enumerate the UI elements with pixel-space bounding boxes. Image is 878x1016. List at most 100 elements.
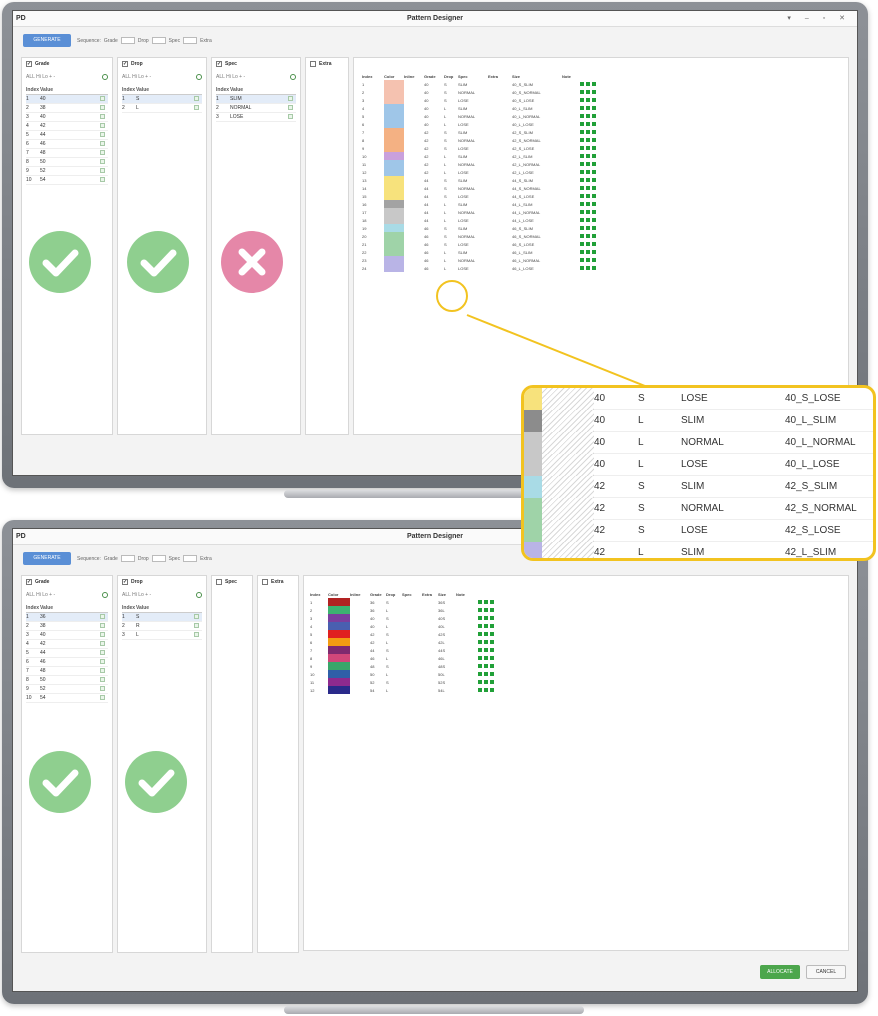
panel-checkbox[interactable]: ✓ (122, 579, 128, 585)
row-checkbox[interactable] (100, 658, 108, 666)
seq-box[interactable] (120, 37, 135, 44)
row-checkbox[interactable] (100, 149, 108, 157)
filter-options[interactable]: ALL Hi Lo + - (26, 74, 55, 80)
table-row[interactable]: 1 36 S 36S (310, 598, 496, 606)
table-row[interactable]: 7 44 S 44S (310, 646, 496, 654)
row-checkbox[interactable] (194, 622, 202, 630)
generate-button[interactable]: GENERATE (23, 552, 71, 565)
row-checkbox[interactable] (194, 95, 202, 103)
table-row[interactable]: 1 SLIM (216, 95, 296, 104)
table-row[interactable]: 5 44 (26, 649, 108, 658)
table-row[interactable]: 4 42 (26, 122, 108, 131)
window-controls[interactable]: ▾ – ▫ ✕ (787, 11, 851, 27)
table-row[interactable]: 20 46 S NORMAL 46_S_NORMAL (362, 232, 598, 240)
table-row[interactable]: 10 50 L 50L (310, 670, 496, 678)
panel-checkbox[interactable] (262, 579, 268, 585)
row-checkbox[interactable] (100, 649, 108, 657)
row-checkbox[interactable] (100, 113, 108, 121)
table-row[interactable]: 8 50 (26, 158, 108, 167)
table-row[interactable]: 4 40 L 40L (310, 622, 496, 630)
table-row[interactable]: 1 40 S SLIM 40_S_SLIM (362, 80, 598, 88)
table-row[interactable]: 16 44 L SLIM 44_L_SLIM (362, 200, 598, 208)
table-row[interactable]: 13 44 S SLIM 44_S_SLIM (362, 176, 598, 184)
table-row[interactable]: 9 52 (26, 685, 108, 694)
panel-checkbox[interactable] (216, 579, 222, 585)
row-checkbox[interactable] (100, 631, 108, 639)
panel-checkbox[interactable]: ✓ (26, 61, 32, 67)
table-row[interactable]: 2 38 (26, 104, 108, 113)
row-checkbox[interactable] (100, 676, 108, 684)
seq-box[interactable] (151, 37, 166, 44)
table-row[interactable]: 2 38 (26, 622, 108, 631)
panel-checkbox[interactable]: ✓ (26, 579, 32, 585)
table-row[interactable]: 9 42 S LOSE 42_S_LOSE (362, 144, 598, 152)
search-icon[interactable] (196, 74, 202, 80)
filter-options[interactable]: ALL Hi Lo + - (122, 592, 151, 598)
allocate-button[interactable]: ALLOCATE (760, 965, 800, 979)
table-row[interactable]: 15 44 S LOSE 44_S_LOSE (362, 192, 598, 200)
table-row[interactable]: 14 44 S NORMAL 44_S_NORMAL (362, 184, 598, 192)
table-row[interactable]: 1S (122, 613, 202, 622)
seq-box[interactable] (151, 555, 166, 562)
table-row[interactable]: 3 40 S LOSE 40_S_LOSE (362, 96, 598, 104)
panel-checkbox[interactable]: ✓ (122, 61, 128, 67)
row-checkbox[interactable] (100, 167, 108, 175)
row-checkbox[interactable] (194, 631, 202, 639)
search-icon[interactable] (196, 592, 202, 598)
filter-options[interactable]: ALL Hi Lo + - (122, 74, 151, 80)
search-icon[interactable] (102, 74, 108, 80)
table-row[interactable]: 7 42 S SLIM 42_S_SLIM (362, 128, 598, 136)
table-row[interactable]: 2L (122, 104, 202, 113)
cancel-button[interactable]: CANCEL (806, 965, 846, 979)
row-checkbox[interactable] (100, 176, 108, 184)
table-row[interactable]: 12 42 L LOSE 42_L_LOSE (362, 168, 598, 176)
table-row[interactable]: 2 NORMAL (216, 104, 296, 113)
table-row[interactable]: 7 48 (26, 667, 108, 676)
row-checkbox[interactable] (100, 667, 108, 675)
table-row[interactable]: 11 52 S 52S (310, 678, 496, 686)
panel-checkbox[interactable]: ✓ (216, 61, 222, 67)
table-row[interactable]: 2 36 L 36L (310, 606, 496, 614)
table-row[interactable]: 10 54 (26, 176, 108, 185)
row-checkbox[interactable] (288, 95, 296, 103)
table-row[interactable]: 4 42 (26, 640, 108, 649)
row-checkbox[interactable] (100, 104, 108, 112)
generate-button[interactable]: GENERATE (23, 34, 71, 47)
table-row[interactable]: 17 44 L NORMAL 44_L_NORMAL (362, 208, 598, 216)
table-row[interactable]: 1S (122, 95, 202, 104)
search-icon[interactable] (290, 74, 296, 80)
search-icon[interactable] (102, 592, 108, 598)
table-row[interactable]: 3 40 (26, 631, 108, 640)
row-checkbox[interactable] (100, 613, 108, 621)
seq-box[interactable] (183, 37, 198, 44)
table-row[interactable]: 8 46 L 46L (310, 654, 496, 662)
filter-options[interactable]: ALL Hi Lo + - (26, 592, 55, 598)
row-checkbox[interactable] (100, 140, 108, 148)
table-row[interactable]: 19 46 S SLIM 46_S_SLIM (362, 224, 598, 232)
table-row[interactable]: 23 46 L NORMAL 46_L_NORMAL (362, 256, 598, 264)
table-row[interactable]: 1 36 (26, 613, 108, 622)
table-row[interactable]: 3 LOSE (216, 113, 296, 122)
seq-box[interactable] (120, 555, 135, 562)
table-row[interactable]: 7 48 (26, 149, 108, 158)
table-row[interactable]: 10 42 L SLIM 42_L_SLIM (362, 152, 598, 160)
table-row[interactable]: 6 42 L 42L (310, 638, 496, 646)
table-row[interactable]: 5 40 L NORMAL 40_L_NORMAL (362, 112, 598, 120)
row-checkbox[interactable] (288, 113, 296, 121)
table-row[interactable]: 3 40 (26, 113, 108, 122)
table-row[interactable]: 11 42 L NORMAL 42_L_NORMAL (362, 160, 598, 168)
table-row[interactable]: 6 40 L LOSE 40_L_LOSE (362, 120, 598, 128)
table-row[interactable]: 8 42 S NORMAL 42_S_NORMAL (362, 136, 598, 144)
table-row[interactable]: 18 44 L LOSE 44_L_LOSE (362, 216, 598, 224)
row-checkbox[interactable] (100, 640, 108, 648)
row-checkbox[interactable] (100, 95, 108, 103)
table-row[interactable]: 10 54 (26, 694, 108, 703)
table-row[interactable]: 22 46 L SLIM 46_L_SLIM (362, 248, 598, 256)
table-row[interactable]: 9 48 S 48S (310, 662, 496, 670)
row-checkbox[interactable] (100, 131, 108, 139)
row-checkbox[interactable] (100, 122, 108, 130)
table-row[interactable]: 3 40 S 40S (310, 614, 496, 622)
table-row[interactable]: 2R (122, 622, 202, 631)
table-row[interactable]: 1 40 (26, 95, 108, 104)
table-row[interactable]: 21 46 S LOSE 46_S_LOSE (362, 240, 598, 248)
